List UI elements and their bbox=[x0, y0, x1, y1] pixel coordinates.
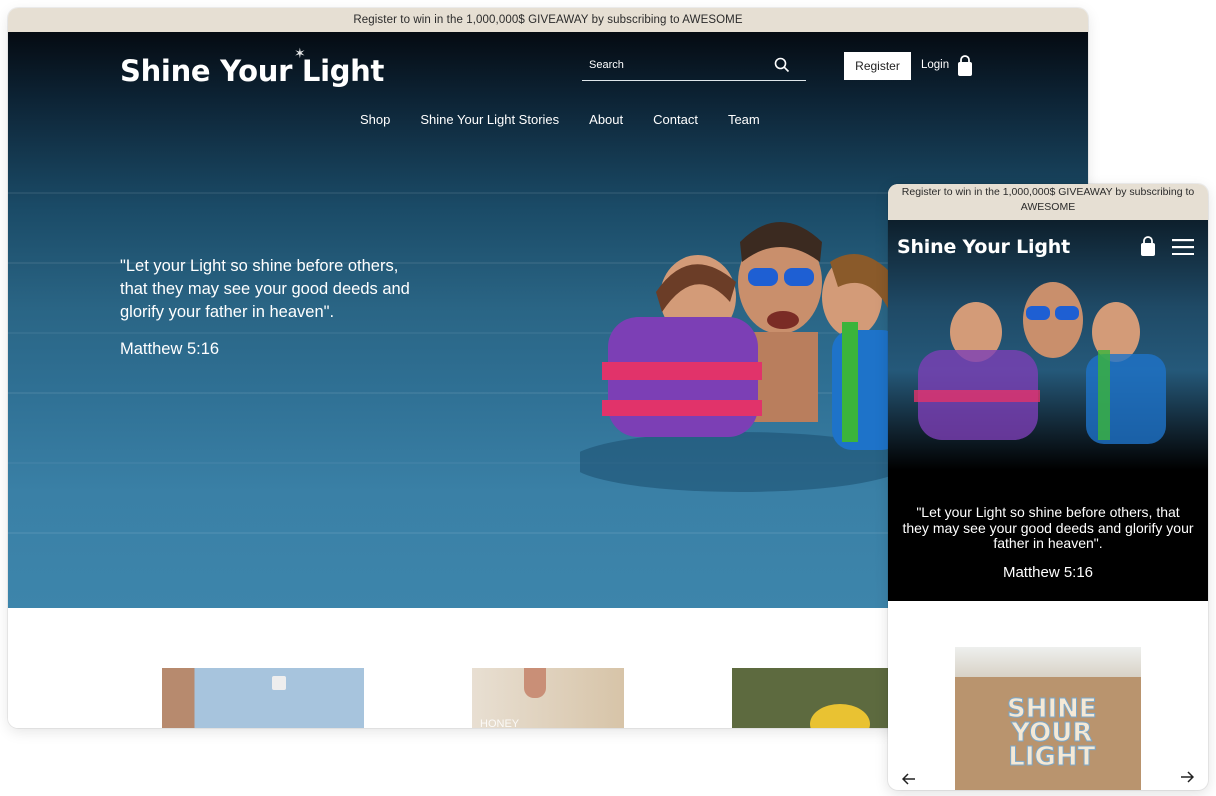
product-image-honey[interactable]: HONEY bbox=[472, 668, 624, 728]
shopping-bag-icon[interactable] bbox=[1140, 236, 1156, 262]
announcement-bar: Register to win in the 1,000,000$ GIVEAW… bbox=[8, 8, 1088, 32]
nav-shop[interactable]: Shop bbox=[360, 112, 390, 127]
mobile-announcement-text: Register to win in the 1,000,000$ GIVEAW… bbox=[901, 186, 1195, 213]
nav-about[interactable]: About bbox=[589, 112, 623, 127]
sticker-artwork: SHINE YOUR LIGHT bbox=[1007, 696, 1098, 772]
logo-text: Shine Your Light bbox=[120, 54, 385, 88]
product-label: HONEY bbox=[480, 718, 520, 728]
login-link[interactable]: Login bbox=[921, 59, 949, 71]
mobile-hero-quote: "Let your Light so shine before others, … bbox=[902, 504, 1194, 551]
mobile-preview: Register to win in the 1,000,000$ GIVEAW… bbox=[888, 184, 1208, 790]
sparkle-icon: ✶ bbox=[294, 46, 306, 62]
mobile-product-image-sticker[interactable]: SHINE YOUR LIGHT bbox=[955, 647, 1141, 790]
mobile-logo-text: Shine Your Light bbox=[897, 236, 1070, 258]
product-image-tshirt-green[interactable] bbox=[732, 668, 888, 728]
main-navigation: Shop Shine Your Light Stories About Cont… bbox=[360, 112, 760, 127]
nav-contact[interactable]: Contact bbox=[653, 112, 698, 127]
mobile-site-logo[interactable]: Shine Your Light bbox=[897, 236, 1070, 258]
search-field[interactable]: Search bbox=[582, 54, 806, 81]
search-placeholder: Search bbox=[589, 59, 624, 71]
register-button[interactable]: Register bbox=[844, 52, 911, 80]
search-icon[interactable] bbox=[774, 57, 790, 78]
mobile-hero: Shine Your Light "Let your Light so shin… bbox=[888, 220, 1208, 601]
hamburger-menu-icon[interactable] bbox=[1172, 239, 1194, 260]
mobile-hero-citation: Matthew 5:16 bbox=[1002, 564, 1094, 581]
sticker-line-3: LIGHT bbox=[1008, 742, 1096, 772]
arrow-right-icon[interactable] bbox=[1180, 770, 1195, 788]
shopping-bag-icon[interactable] bbox=[957, 55, 973, 82]
mobile-announcement-bar: Register to win in the 1,000,000$ GIVEAW… bbox=[888, 184, 1208, 220]
announcement-text: Register to win in the 1,000,000$ GIVEAW… bbox=[353, 14, 743, 26]
product-image-tshirt-blue[interactable] bbox=[162, 668, 364, 728]
nav-stories[interactable]: Shine Your Light Stories bbox=[420, 112, 559, 127]
nav-team[interactable]: Team bbox=[728, 112, 760, 127]
site-logo[interactable]: Shine Your Light ✶ bbox=[120, 46, 385, 88]
hero-family-photo bbox=[580, 222, 900, 492]
hero-quote: "Let your Light so shine before others, … bbox=[120, 257, 410, 321]
hero-citation: Matthew 5:16 bbox=[120, 340, 220, 358]
arrow-left-icon[interactable] bbox=[901, 772, 916, 790]
